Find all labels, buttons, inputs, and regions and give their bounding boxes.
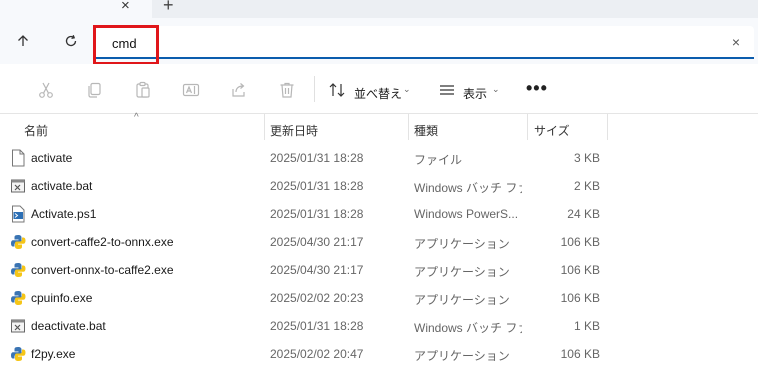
new-tab-icon[interactable]: + [163,0,174,16]
file-row[interactable]: convert-caffe2-to-onnx.exe 2025/04/30 21… [0,228,758,256]
sort-chevron-down-icon[interactable]: ⌄ [403,84,411,95]
file-modified: 2025/01/31 18:28 [270,207,364,221]
file-modified: 2025/01/31 18:28 [270,179,364,193]
file-size: 2 KB [573,179,600,193]
file-size: 106 KB [560,347,600,361]
cut-icon[interactable] [37,81,55,99]
file-row[interactable]: convert-onnx-to-caffe2.exe 2025/04/30 21… [0,256,758,284]
column-divider[interactable] [527,114,528,140]
python-exe-icon [10,233,26,251]
file-row[interactable]: f2py.exe 2025/02/02 20:47 アプリケーション 106 K… [0,340,758,368]
view-icon[interactable] [438,81,456,99]
batch-file-icon [10,177,26,195]
file-size: 106 KB [560,263,600,277]
file-name: deactivate.bat [31,319,106,333]
address-bar-text[interactable]: cmd [112,36,137,51]
file-name: Activate.ps1 [31,207,97,221]
file-name: convert-onnx-to-caffe2.exe [31,263,174,277]
file-name: cpuinfo.exe [31,291,93,305]
address-bar-input[interactable]: cmd × [96,26,754,59]
file-modified: 2025/02/02 20:23 [270,291,364,305]
column-header-type[interactable]: 種類 [414,122,438,139]
active-tab[interactable]: × [0,0,152,18]
tab-strip: × + [0,0,758,18]
file-name: f2py.exe [31,347,76,361]
paste-icon[interactable] [134,81,152,99]
up-button[interactable] [8,26,38,56]
clear-address-icon[interactable]: × [732,34,740,50]
file-type: Windows バッチ ファ... [414,181,522,195]
file-icon [10,149,26,167]
file-type: アプリケーション [414,265,510,279]
batch-file-icon [10,317,26,335]
file-row[interactable]: activate 2025/01/31 18:28 ファイル 3 KB [0,144,758,172]
file-type: アプリケーション [414,349,510,363]
navigation-bar: cmd × [0,18,758,64]
refresh-icon [65,34,77,47]
file-type: アプリケーション [414,293,510,307]
file-modified: 2025/02/02 20:47 [270,347,364,361]
file-type: Windows バッチ ファ... [414,321,522,335]
column-divider[interactable] [607,114,608,140]
file-size: 106 KB [560,235,600,249]
powershell-script-icon [10,205,26,223]
file-name: convert-caffe2-to-onnx.exe [31,235,174,249]
file-modified: 2025/04/30 21:17 [270,235,364,249]
python-exe-icon [10,345,26,363]
file-size: 106 KB [560,291,600,305]
file-size: 24 KB [567,207,600,221]
file-modified: 2025/01/31 18:28 [270,319,364,333]
sort-button-label[interactable]: 並べ替え [354,85,402,102]
file-name: activate.bat [31,179,93,193]
file-row[interactable]: activate.bat 2025/01/31 18:28 Windows バッ… [0,172,758,200]
python-exe-icon [10,261,26,279]
tab-close-icon[interactable]: × [121,0,130,14]
file-name: activate [31,151,73,165]
file-modified: 2025/04/30 21:17 [270,263,364,277]
python-exe-icon [10,289,26,307]
arrow-up-icon [18,35,28,46]
file-row[interactable]: Activate.ps1 2025/01/31 18:28 Windows Po… [0,200,758,228]
copy-icon[interactable] [86,81,104,99]
file-type: アプリケーション [414,237,510,251]
file-type: ファイル [414,153,463,167]
column-header-size[interactable]: サイズ [534,122,570,139]
sort-ascending-icon: ^ [134,112,139,123]
delete-icon[interactable] [278,81,296,99]
file-size: 3 KB [573,151,600,165]
file-row[interactable]: cpuinfo.exe 2025/02/02 20:23 アプリケーション 10… [0,284,758,312]
file-type: Windows PowerS... [414,207,519,221]
toolbar-divider [314,76,315,102]
rename-icon[interactable] [182,81,200,99]
command-toolbar: 並べ替え ⌄ 表示 ⌄ ••• [0,64,758,114]
file-size: 1 KB [573,319,600,333]
view-button-label[interactable]: 表示 [463,85,487,102]
column-header-name[interactable]: 名前 [24,122,48,139]
column-divider[interactable] [408,114,409,140]
sort-icon[interactable] [328,81,346,99]
view-chevron-down-icon[interactable]: ⌄ [492,84,500,95]
column-header-row: ^ 名前 更新日時 種類 サイズ [0,112,758,142]
file-modified: 2025/01/31 18:28 [270,151,364,165]
column-header-modified[interactable]: 更新日時 [270,122,318,139]
more-options-icon[interactable]: ••• [526,78,548,99]
refresh-button[interactable] [56,26,86,56]
column-divider[interactable] [264,114,265,140]
share-icon[interactable] [230,81,248,99]
file-row[interactable]: deactivate.bat 2025/01/31 18:28 Windows … [0,312,758,340]
